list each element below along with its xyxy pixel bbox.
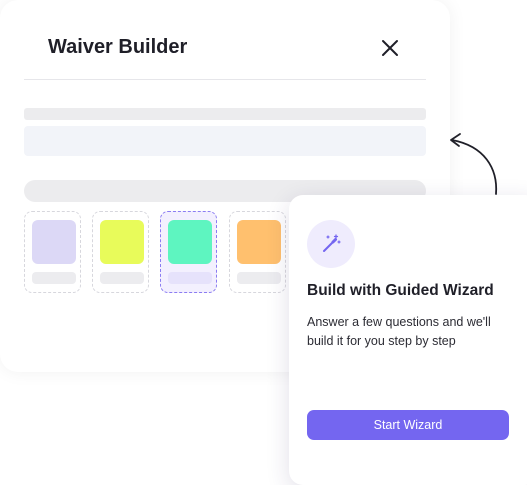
template-swatch [100,220,144,264]
template-swatch [32,220,76,264]
wizard-icon-badge [307,220,355,268]
curved-arrow-icon [450,133,498,195]
template-swatch [237,220,281,264]
magic-wand-icon [323,234,341,252]
skeleton-field [24,126,426,156]
template-label-placeholder [32,272,76,284]
template-tile-selected[interactable] [160,211,217,293]
template-label-placeholder [100,272,144,284]
dialog-title: Waiver Builder [48,36,188,58]
start-wizard-button[interactable]: Start Wizard [307,410,509,440]
template-label-placeholder [237,272,281,284]
template-swatch [168,220,212,264]
header-divider [24,79,426,80]
wizard-description: Answer a few questions and we'll build i… [307,315,491,348]
template-label-placeholder [168,272,212,284]
close-icon [382,40,398,56]
close-button[interactable] [378,36,402,60]
template-tile[interactable] [92,211,149,293]
guided-wizard-card: Build with Guided Wizard Answer a few qu… [289,195,527,485]
skeleton-bar [24,108,426,120]
template-tile[interactable] [24,211,81,293]
template-tile[interactable] [229,211,286,293]
wizard-title: Build with Guided Wizard [307,282,494,299]
